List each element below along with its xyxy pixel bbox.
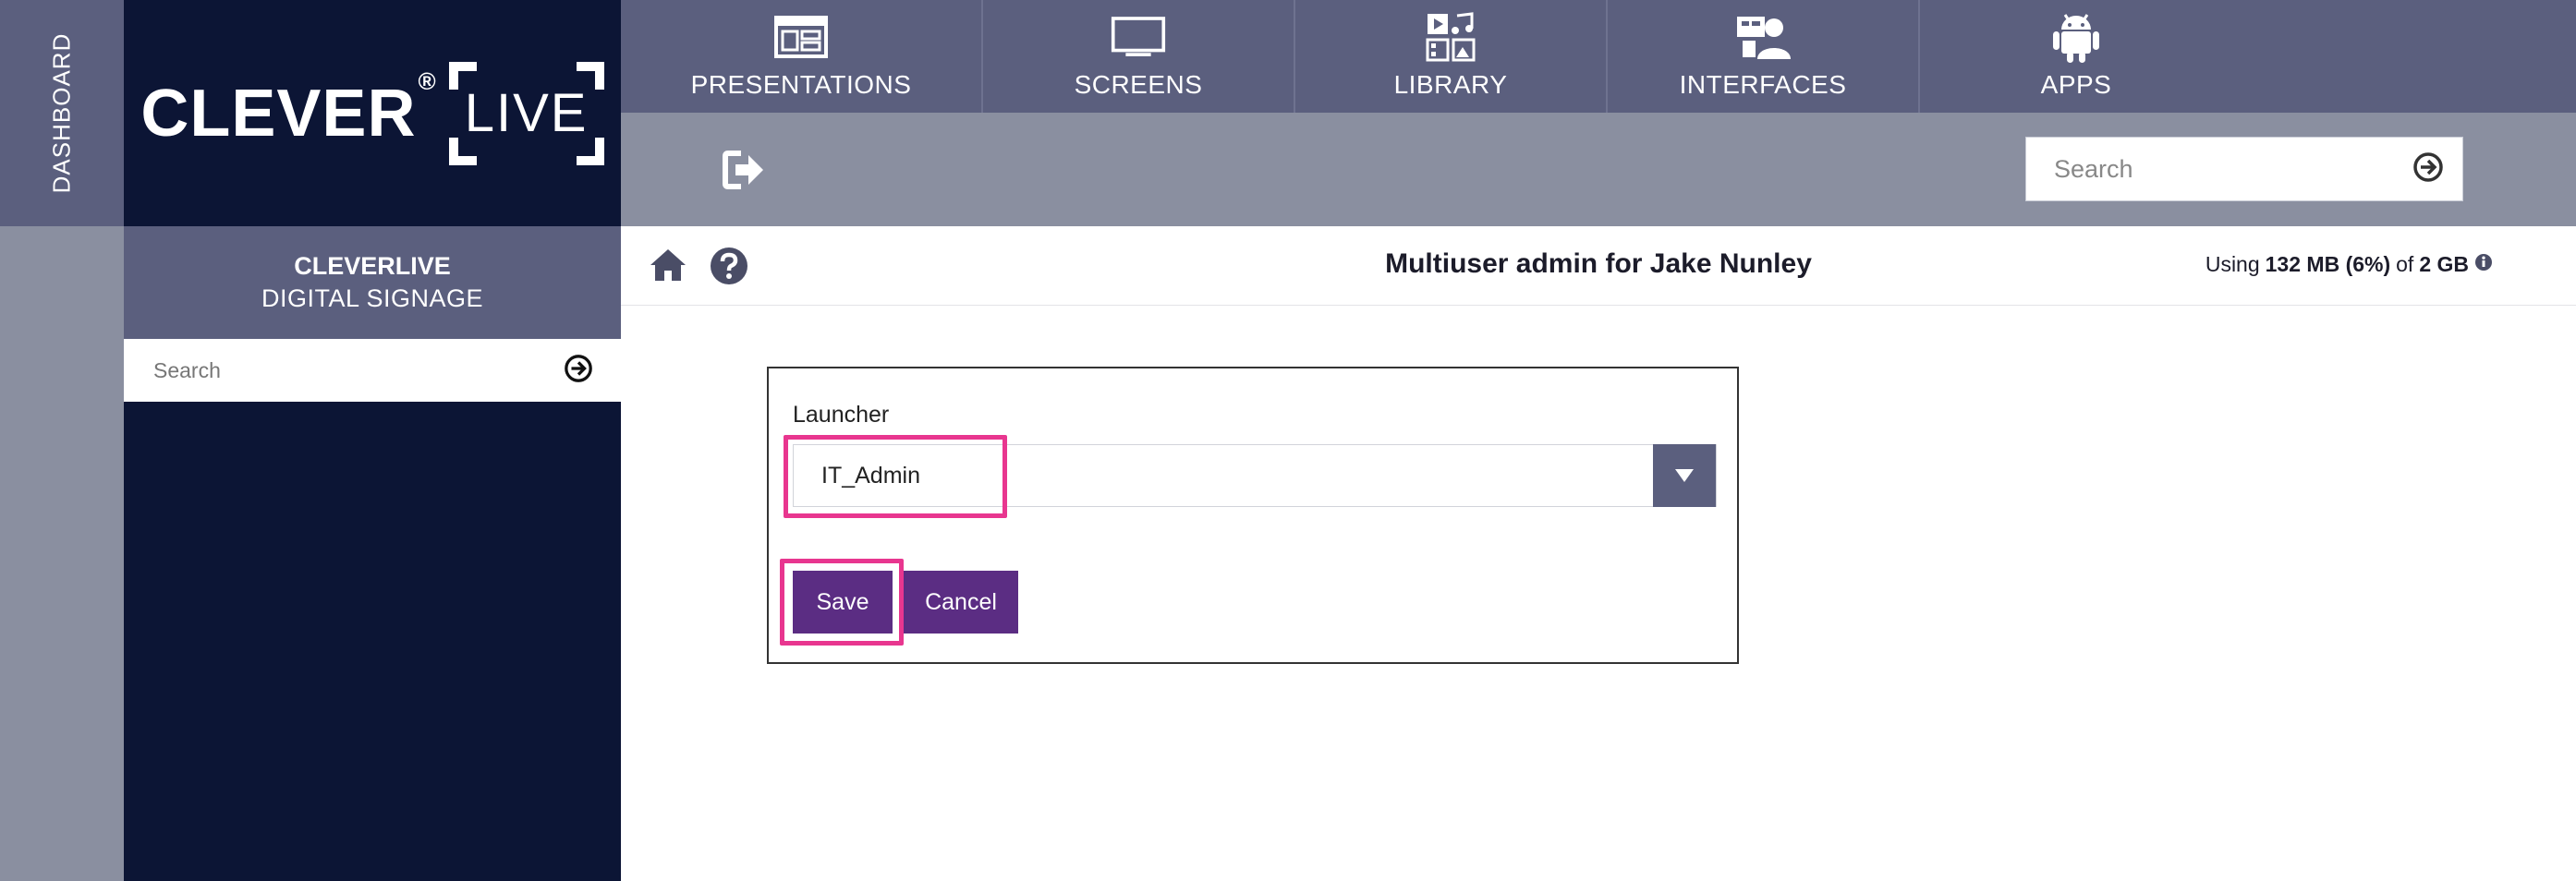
left-search-input[interactable] [153, 357, 564, 383]
nav-library-label: LIBRARY [1393, 70, 1508, 99]
nav-apps-label: APPS [2040, 70, 2112, 99]
launcher-select[interactable]: IT_Admin [793, 444, 1717, 507]
logo-registered-mark: ® [418, 66, 436, 95]
home-icon[interactable] [649, 247, 687, 283]
left-panel-header: CLEVERLIVE DIGITAL SIGNAGE [124, 226, 621, 339]
cancel-button[interactable]: Cancel [904, 571, 1018, 634]
usage-amount: 132 MB (6%) [2265, 252, 2391, 276]
storage-usage: Using 132 MB (6%) of 2 GB [2205, 252, 2493, 277]
dashboard-tab[interactable]: DASHBOARD [0, 0, 124, 226]
left-search-box [124, 339, 621, 402]
nav-screens[interactable]: SCREENS [983, 0, 1295, 113]
usage-prefix: Using [2205, 252, 2260, 276]
launcher-form: Launcher IT_Admin Save Cancel [767, 367, 1739, 664]
usage-of: of [2396, 252, 2414, 276]
clever-live-logo: CLEVER ® LIVE [140, 61, 604, 165]
screens-icon [1111, 13, 1166, 61]
nav-presentations[interactable]: PRESENTATIONS [621, 0, 983, 113]
dashboard-strip: DASHBOARD [0, 0, 124, 881]
logout-icon[interactable] [723, 150, 765, 190]
interfaces-icon [1735, 13, 1791, 61]
usage-total: 2 GB [2419, 252, 2469, 276]
nav-interfaces[interactable]: INTERFACES [1608, 0, 1920, 113]
info-icon[interactable] [2474, 252, 2493, 277]
left-search-go-icon[interactable] [564, 354, 593, 388]
launcher-selected-value: IT_Admin [821, 462, 920, 489]
logo-brand: CLEVER [140, 76, 417, 151]
breadcrumb-bar: Multiuser admin for Jake Nunley Using 13… [621, 226, 2576, 306]
top-navigation: PRESENTATIONS SCREENS LIBRARY INTERFACES… [621, 0, 2576, 113]
logo-product: LIVE [464, 83, 589, 143]
dropdown-arrow-icon[interactable] [1653, 444, 1716, 507]
nav-apps[interactable]: APPS [1920, 0, 2232, 113]
nav-library[interactable]: LIBRARY [1295, 0, 1608, 113]
left-panel-list [124, 402, 621, 881]
left-panel-title: CLEVERLIVE [294, 252, 451, 280]
launcher-label: Launcher [793, 402, 890, 428]
logo-area[interactable]: CLEVER ® LIVE [124, 0, 621, 226]
help-icon[interactable] [710, 247, 748, 285]
top-search-input[interactable] [2054, 154, 2412, 184]
nav-screens-label: SCREENS [1074, 70, 1203, 99]
nav-presentations-label: PRESENTATIONS [690, 70, 912, 99]
android-icon [2048, 13, 2104, 63]
search-go-icon[interactable] [2412, 151, 2444, 187]
nav-interfaces-label: INTERFACES [1679, 70, 1847, 99]
presentations-icon [773, 13, 829, 61]
top-search-box [2025, 137, 2463, 201]
left-panel-subtitle: DIGITAL SIGNAGE [261, 284, 484, 312]
logo-live-frame: LIVE [448, 61, 604, 165]
library-icon [1423, 12, 1478, 62]
secondary-toolbar [621, 113, 2576, 226]
save-button[interactable]: Save [793, 571, 893, 634]
dashboard-label: DASHBOARD [47, 32, 76, 194]
